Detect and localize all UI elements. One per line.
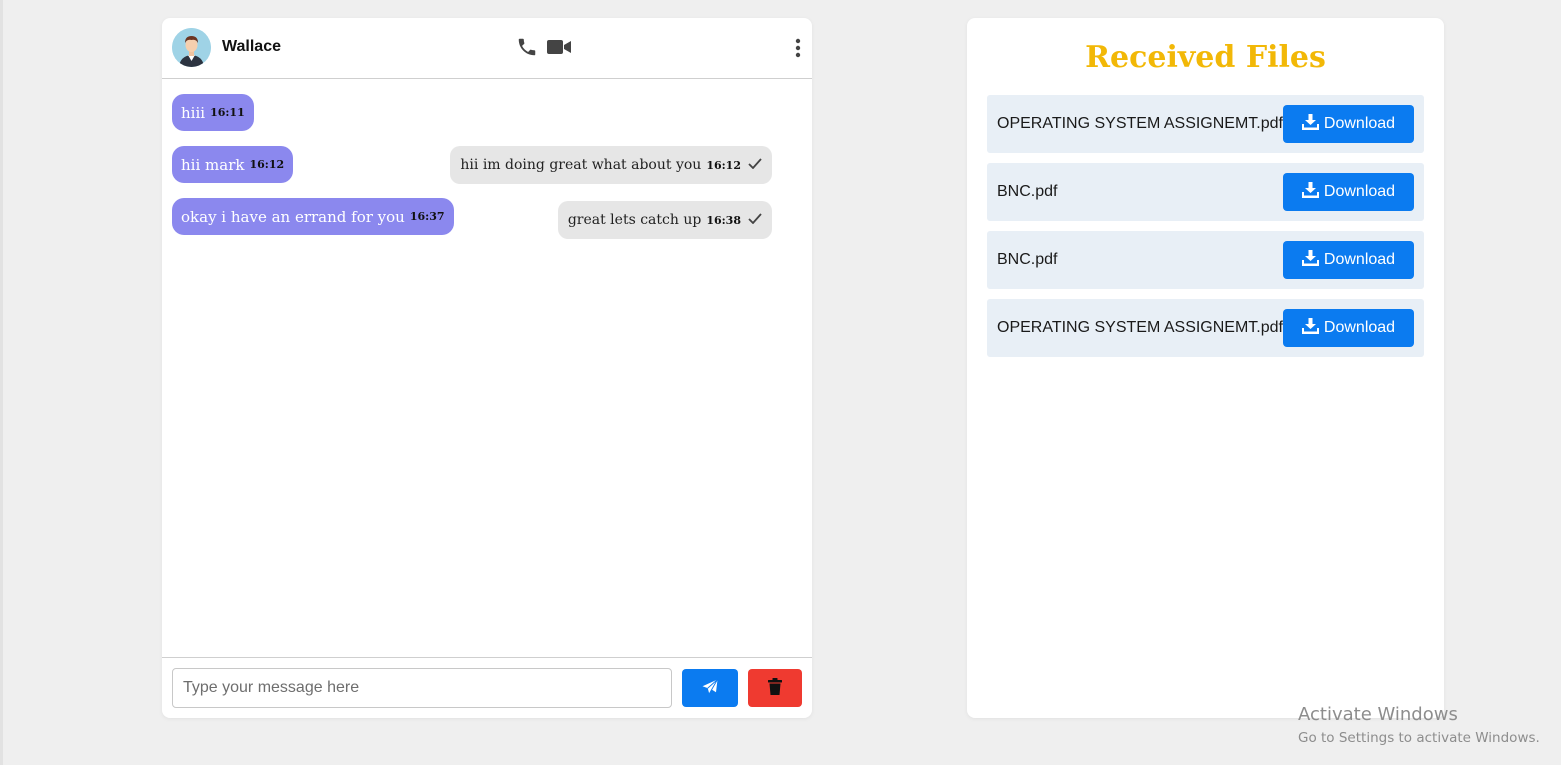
- outgoing-message: great lets catch up 16:38: [557, 201, 772, 239]
- delete-button[interactable]: [748, 669, 802, 707]
- download-button[interactable]: Download: [1283, 309, 1414, 347]
- message-text: hii im doing great what about you: [460, 157, 702, 173]
- message-time: 16:12: [249, 158, 285, 171]
- avatar[interactable]: [172, 28, 211, 67]
- vertical-dots-icon[interactable]: [794, 38, 802, 63]
- download-icon: [1301, 113, 1319, 135]
- chat-panel: Wallace hiii 16:11 hii mark 16:12 hii im…: [162, 18, 812, 718]
- file-name: OPERATING SYSTEM ASSIGNEMT.pdf: [997, 319, 1283, 336]
- file-name: OPERATING SYSTEM ASSIGNEMT.pdf: [997, 115, 1283, 132]
- file-row: BNC.pdf Download: [987, 231, 1424, 289]
- trash-icon: [768, 678, 782, 698]
- received-files-title: Received Files: [1085, 40, 1326, 75]
- file-row: BNC.pdf Download: [987, 163, 1424, 221]
- message-list: hiii 16:11 hii mark 16:12 hii im doing g…: [162, 80, 812, 657]
- message-text: great lets catch up: [567, 212, 702, 228]
- download-label: Download: [1323, 183, 1396, 200]
- watermark-title: Activate Windows: [1298, 704, 1458, 725]
- download-button[interactable]: Download: [1283, 105, 1414, 143]
- incoming-message: hii mark 16:12: [172, 146, 294, 183]
- message-time: 16:12: [706, 158, 741, 172]
- incoming-message: hiii 16:11: [172, 94, 254, 131]
- message-text: hiii: [181, 103, 206, 122]
- download-icon: [1301, 181, 1319, 203]
- message-time: 16:37: [409, 210, 445, 223]
- download-button[interactable]: Download: [1283, 173, 1414, 211]
- phone-icon[interactable]: [516, 36, 538, 63]
- message-time: 16:38: [706, 213, 741, 227]
- download-label: Download: [1323, 115, 1396, 132]
- check-icon: [748, 157, 762, 173]
- chat-header: Wallace: [162, 18, 812, 79]
- message-input[interactable]: [172, 668, 672, 708]
- video-camera-icon[interactable]: [547, 39, 571, 60]
- user-avatar-icon: [172, 28, 211, 67]
- paper-plane-icon: [701, 678, 719, 699]
- file-row: OPERATING SYSTEM ASSIGNEMT.pdf Download: [987, 95, 1424, 153]
- message-time: 16:11: [210, 106, 245, 119]
- send-button[interactable]: [682, 669, 738, 707]
- download-label: Download: [1323, 319, 1396, 336]
- download-icon: [1301, 317, 1319, 339]
- file-name: BNC.pdf: [997, 251, 1058, 268]
- message-text: hii mark: [181, 155, 245, 174]
- download-button[interactable]: Download: [1283, 241, 1414, 279]
- file-name: BNC.pdf: [997, 183, 1058, 200]
- file-row: OPERATING SYSTEM ASSIGNEMT.pdf Download: [987, 299, 1424, 357]
- message-text: okay i have an errand for you: [181, 207, 405, 226]
- download-icon: [1301, 249, 1319, 271]
- incoming-message: okay i have an errand for you 16:37: [172, 198, 454, 235]
- outgoing-message: hii im doing great what about you 16:12: [450, 146, 772, 184]
- watermark-subtitle: Go to Settings to activate Windows.: [1298, 730, 1540, 746]
- received-files-panel: Received Files OPERATING SYSTEM ASSIGNEM…: [967, 18, 1444, 718]
- chat-footer: [162, 657, 812, 718]
- download-label: Download: [1323, 251, 1396, 268]
- activate-windows-watermark: Activate Windows Go to Settings to activ…: [1298, 704, 1540, 746]
- contact-name: Wallace: [222, 38, 281, 55]
- check-icon: [748, 212, 762, 228]
